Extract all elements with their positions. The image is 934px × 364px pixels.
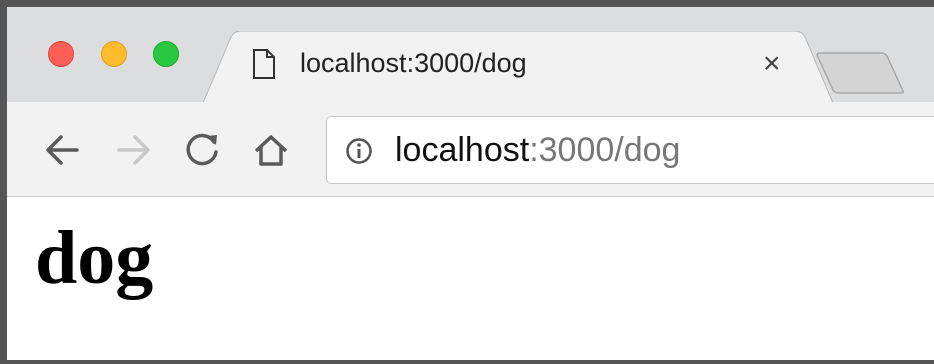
tab-strip: localhost:3000/dog × (7, 7, 934, 103)
url-text: localhost:3000/dog (395, 131, 680, 170)
new-tab-button[interactable] (815, 51, 905, 95)
info-icon[interactable] (345, 137, 373, 165)
toolbar: localhost:3000/dog (7, 102, 934, 197)
address-bar[interactable]: localhost:3000/dog (326, 116, 934, 184)
tab-title: localhost:3000/dog (300, 48, 527, 78)
active-tab[interactable]: localhost:3000/dog × (203, 31, 833, 103)
window-close-button[interactable] (48, 41, 74, 67)
document-icon (253, 49, 275, 79)
url-host: localhost (395, 131, 530, 169)
window-minimize-button[interactable] (101, 41, 127, 67)
tab-close-icon[interactable]: × (763, 49, 781, 79)
forward-icon[interactable] (113, 130, 153, 170)
window-maximize-button[interactable] (153, 41, 179, 67)
home-icon[interactable] (251, 130, 291, 170)
reload-icon[interactable] (183, 130, 223, 170)
url-path: :3000/dog (529, 131, 681, 169)
back-icon[interactable] (43, 130, 83, 170)
page-heading: dog (35, 216, 154, 300)
browser-window: localhost:3000/dog × localhost:3000/dog … (0, 0, 934, 364)
page-content: dog (7, 197, 934, 360)
